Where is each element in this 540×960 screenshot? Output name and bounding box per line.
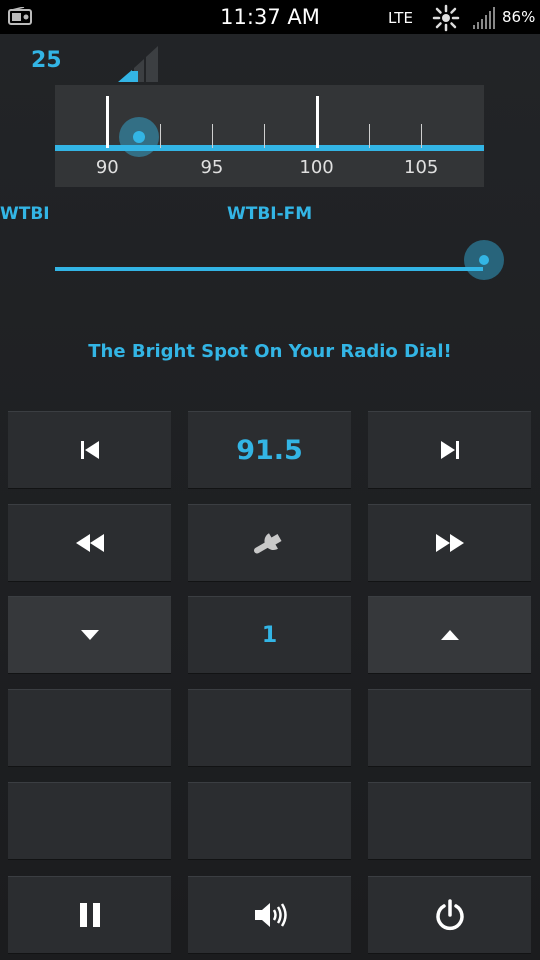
dial-tick <box>159 124 161 148</box>
settings-wrench-icon <box>253 533 282 554</box>
fast-forward-button[interactable] <box>368 504 531 581</box>
step-down-button[interactable] <box>8 596 171 673</box>
frequency-thumb[interactable] <box>118 117 159 157</box>
dial-tick-label: 105 <box>404 157 439 178</box>
down-arrow-icon <box>80 630 99 640</box>
dial-tick <box>421 124 423 148</box>
dial-tick-label: 95 <box>200 157 224 178</box>
dial-track <box>55 145 484 151</box>
frequency-button[interactable]: 91.5 <box>188 411 351 488</box>
dial-tick-label: 100 <box>299 157 334 178</box>
power-icon <box>435 899 464 931</box>
signal-icon <box>473 7 495 29</box>
volume-value: 25 <box>31 48 62 73</box>
dial-tick <box>315 96 319 148</box>
frequency-label: 91.5 <box>236 434 303 466</box>
empty-button[interactable] <box>188 689 351 766</box>
empty-button[interactable] <box>8 782 171 859</box>
pause-icon <box>79 903 100 927</box>
station-slider-track[interactable] <box>55 267 483 271</box>
station-slider-thumb[interactable] <box>464 240 504 280</box>
dial-tick <box>368 124 370 148</box>
network-type: LTE <box>388 9 413 27</box>
settings-button[interactable] <box>188 504 351 581</box>
fast-forward-icon <box>435 534 464 552</box>
rewind-icon <box>75 534 104 552</box>
up-arrow-icon <box>440 630 459 640</box>
dial-tick-label: 90 <box>95 157 119 178</box>
gps-icon <box>432 4 460 32</box>
empty-button[interactable] <box>368 689 531 766</box>
status-bar: 11:37 AM LTE 86% <box>0 0 540 34</box>
frequency-dial[interactable]: 90 95 100 105 <box>55 85 484 187</box>
speaker-icon <box>254 903 287 927</box>
speaker-button[interactable] <box>188 876 351 953</box>
prev-station-icon <box>80 441 99 459</box>
station-short-name: WTBI <box>0 204 50 224</box>
next-station-button[interactable] <box>368 411 531 488</box>
step-up-button[interactable] <box>368 596 531 673</box>
pause-button[interactable] <box>8 876 171 953</box>
volume-level-icon <box>118 46 158 82</box>
prev-station-button[interactable] <box>8 411 171 488</box>
empty-button[interactable] <box>8 689 171 766</box>
empty-button[interactable] <box>368 782 531 859</box>
dial-tick <box>211 124 213 148</box>
battery-level: 86% <box>502 8 536 26</box>
step-value-button[interactable]: 1 <box>188 596 351 673</box>
rewind-button[interactable] <box>8 504 171 581</box>
dial-tick <box>106 96 110 148</box>
step-label: 1 <box>261 622 278 648</box>
station-name: WTBI-FM <box>227 204 313 224</box>
station-slogan: The Bright Spot On Your Radio Dial! <box>88 341 452 362</box>
empty-button[interactable] <box>188 782 351 859</box>
dial-tick <box>264 124 266 148</box>
next-station-icon <box>440 441 459 459</box>
power-button[interactable] <box>368 876 531 953</box>
